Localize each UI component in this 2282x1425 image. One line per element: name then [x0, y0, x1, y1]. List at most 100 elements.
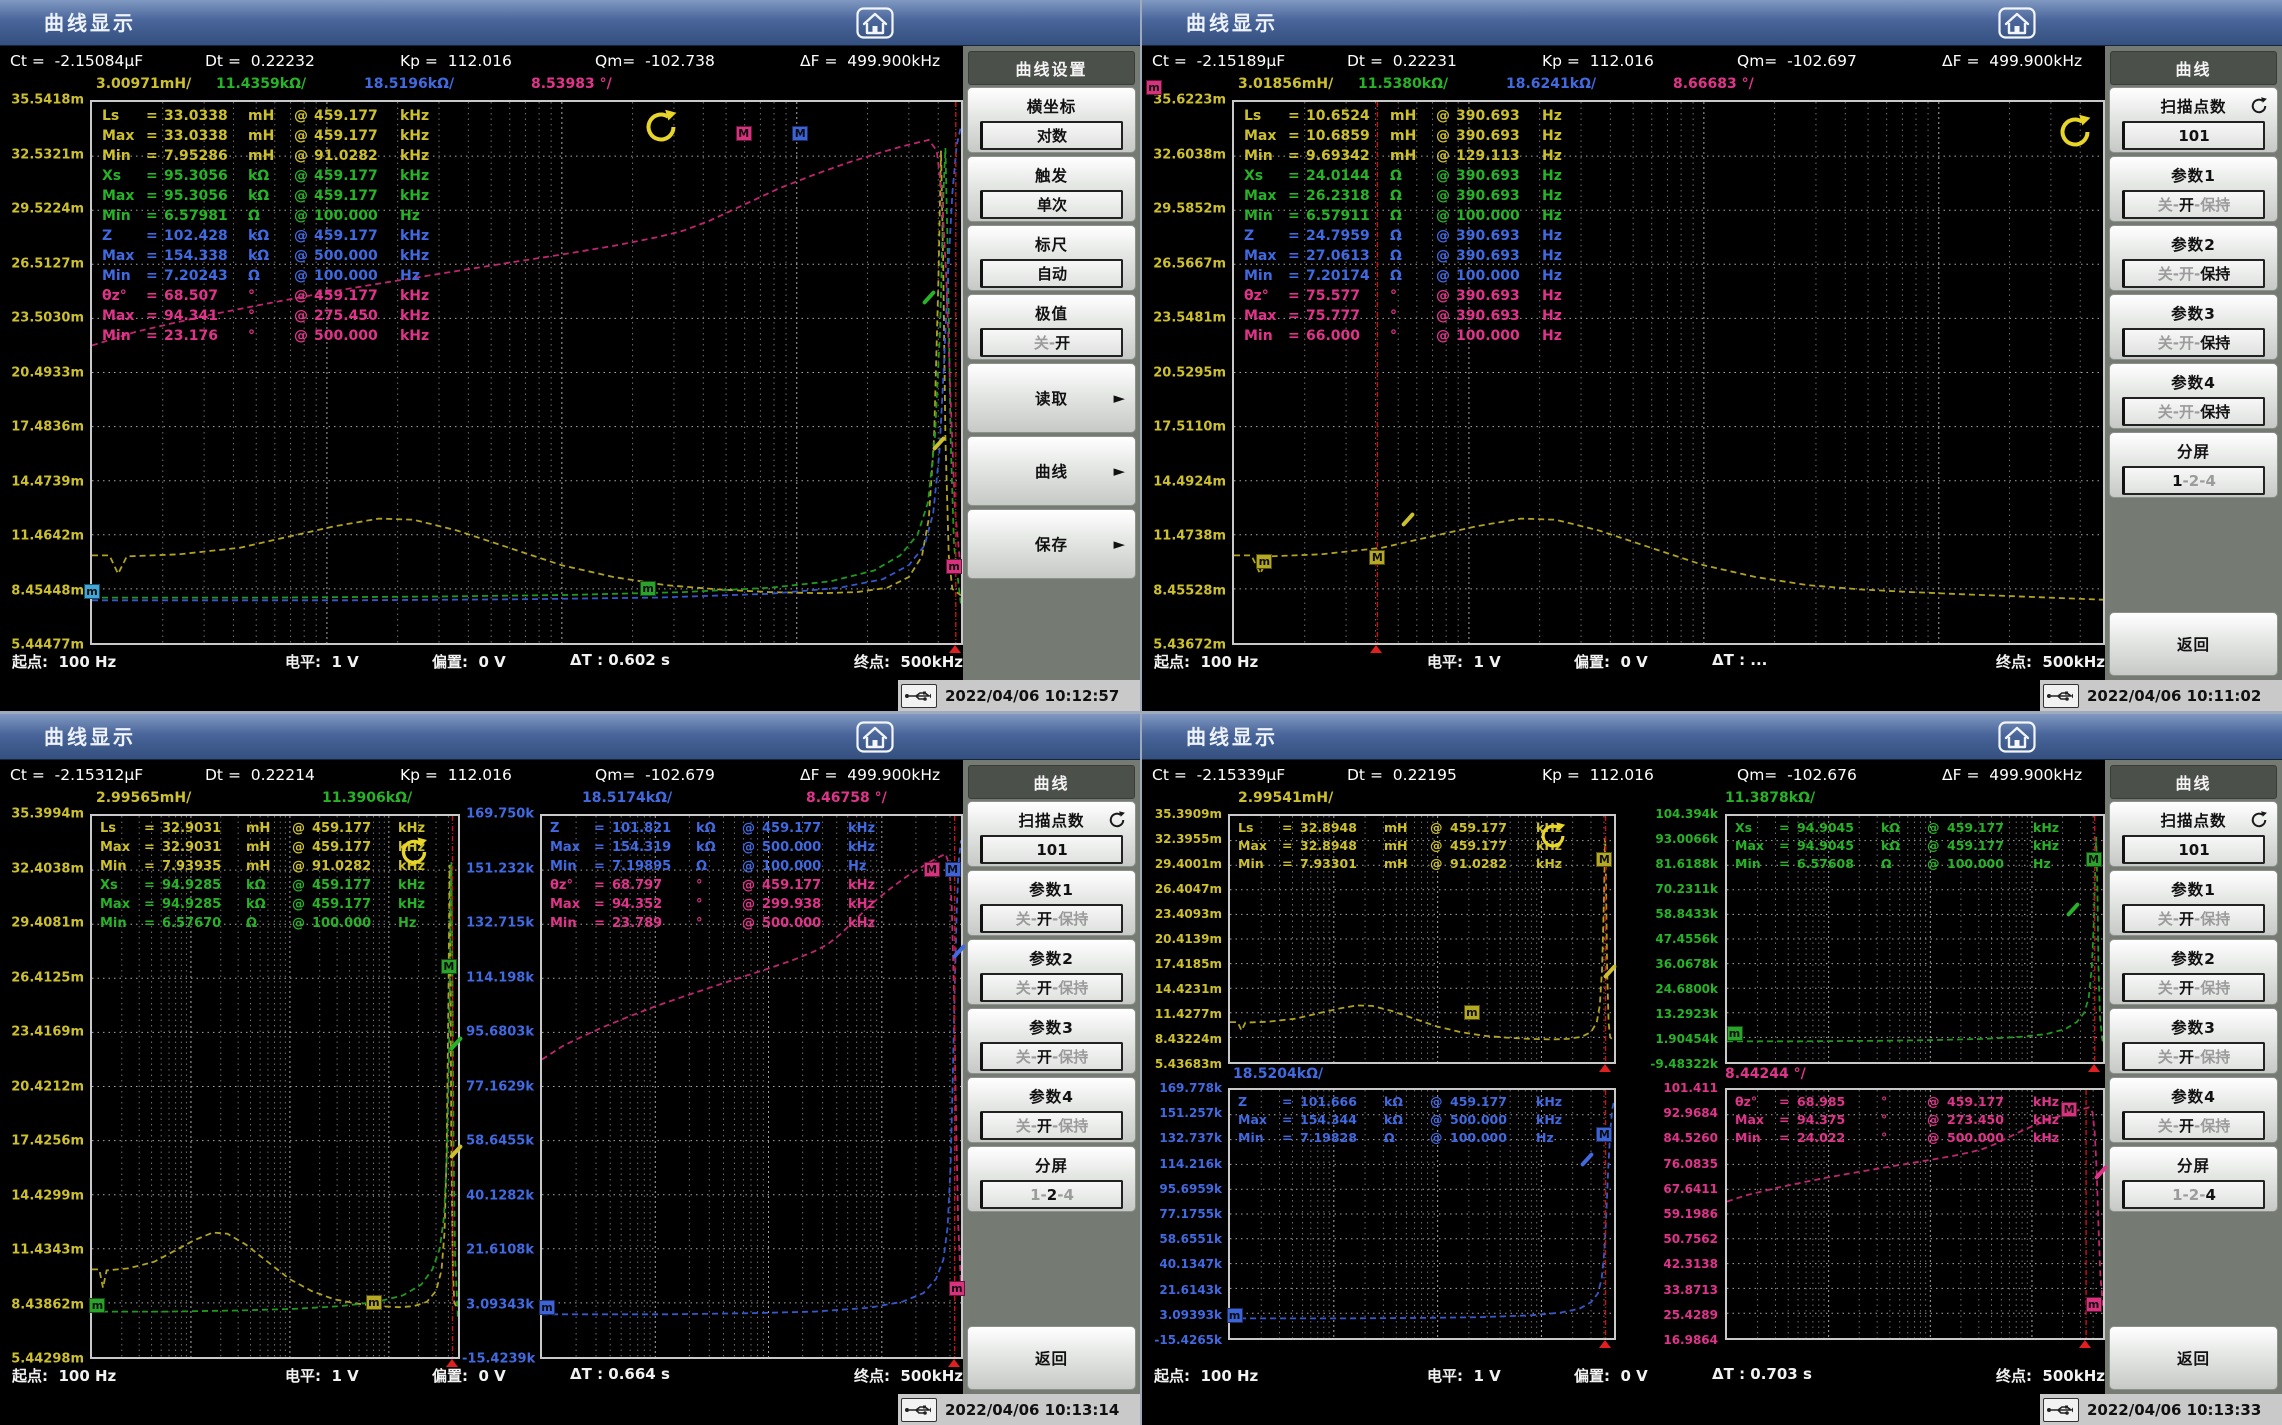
value-option: 关 — [1016, 1046, 1031, 1067]
sidebar-button-标尺[interactable]: 标尺自动 — [967, 225, 1136, 291]
panel-bottom-right: 曲线显示Ct = -2.15339μFDt = 0.22195Kp = 112.… — [1142, 714, 2282, 1425]
legend-equals: = — [146, 268, 164, 284]
sidebar-button-参数1[interactable]: 参数1关-开-保持 — [2109, 156, 2278, 222]
legend-frequency: 275.450 — [314, 308, 400, 324]
value-option-selected: 4 — [2205, 1186, 2215, 1204]
title-bar: 曲线显示 — [0, 0, 1140, 46]
home-button[interactable] — [1998, 7, 2036, 39]
legend-param-name: Min — [102, 268, 146, 284]
legend-freq-unit: kHz — [848, 878, 890, 893]
y-axis-label: 14.4299m — [2, 1188, 84, 1203]
back-button[interactable]: 返回 — [2109, 612, 2278, 676]
back-button[interactable]: 返回 — [2109, 1326, 2278, 1390]
legend-equals: = — [594, 878, 612, 893]
measurement-readout: ΔF = 499.900kHz — [800, 52, 940, 74]
legend-freq-unit: kHz — [400, 168, 442, 184]
legend-param-name: Max — [1244, 248, 1288, 264]
value-option: 关 — [2158, 401, 2173, 422]
y-axis-label: 26.5667m — [1144, 256, 1226, 271]
status-field: 偏置: 0 V — [1574, 1365, 1648, 1391]
submenu-arrow-icon: ► — [1113, 462, 1125, 480]
axis-scale-label: 8.44244 °/ — [1725, 1066, 1806, 1082]
back-button[interactable]: 返回 — [967, 1326, 1136, 1390]
sidebar-button-label: 读取 — [968, 387, 1135, 409]
sidebar-button-触发[interactable]: 触发单次 — [967, 156, 1136, 222]
refresh-icon — [2249, 810, 2269, 830]
y-axis-label: 24.6800k — [1640, 982, 1718, 996]
marker-box-yellow: m — [1464, 1005, 1480, 1020]
sidebar-button-扫描点数[interactable]: 扫描点数101 — [967, 801, 1136, 867]
sidebar-button-扫描点数[interactable]: 扫描点数101 — [2109, 87, 2278, 153]
sidebar-button-参数4[interactable]: 参数4关-开-保持 — [967, 1077, 1136, 1143]
sidebar-value-box: 关-开-保持 — [2122, 1042, 2265, 1071]
sidebar-button-曲线[interactable]: 曲线► — [967, 436, 1136, 506]
legend-unit: Ω — [1390, 208, 1436, 224]
legend-freq-unit: Hz — [398, 916, 440, 931]
sidebar-button-参数4[interactable]: 参数4关-开-保持 — [2109, 363, 2278, 429]
sidebar-button-参数3[interactable]: 参数3关-开-保持 — [967, 1008, 1136, 1074]
legend-equals: = — [1288, 168, 1306, 184]
sidebar-button-参数4[interactable]: 参数4关-开-保持 — [2109, 1077, 2278, 1143]
y-axis-label: 77.1755k — [1144, 1207, 1222, 1221]
legend-param-name: Max — [1244, 308, 1288, 324]
legend-row: Max=75.777°@390.693Hz — [1244, 308, 1584, 328]
legend-value: 102.428 — [164, 228, 248, 244]
sidebar-button-分屏[interactable]: 分屏1-2-4 — [2109, 432, 2278, 498]
y-axis-label: 14.4739m — [2, 474, 84, 489]
legend-value: 24.7959 — [1306, 228, 1390, 244]
sidebar-button-分屏[interactable]: 分屏1-2-4 — [2109, 1146, 2278, 1212]
value-option-selected: 开 — [1037, 1115, 1052, 1136]
measurement-readout: Kp = 112.016 — [400, 52, 512, 74]
sidebar-button-参数3[interactable]: 参数3关-开-保持 — [2109, 294, 2278, 360]
legend-param-name: Z — [550, 821, 594, 836]
legend-value: 66.000 — [1306, 328, 1390, 344]
y-axis-label: 35.3994m — [2, 807, 84, 822]
legend-param-name: Max — [550, 897, 594, 912]
axis-scale-label: 8.46758 °/ — [806, 790, 887, 806]
sidebar-button-读取[interactable]: 读取► — [967, 363, 1136, 433]
legend-value: 68.507 — [164, 288, 248, 304]
value-option: 4 — [1063, 1186, 1073, 1204]
sidebar-button-极值[interactable]: 极值关-开 — [967, 294, 1136, 360]
legend-unit: mH — [1384, 856, 1430, 871]
page-title: 曲线显示 — [44, 714, 136, 760]
legend-unit: mH — [248, 108, 294, 124]
sidebar-value-box: 关-开-保持 — [2122, 190, 2265, 219]
legend-unit: kΩ — [696, 840, 742, 855]
legend-at: @ — [1430, 1130, 1450, 1145]
sidebar-button-扫描点数[interactable]: 扫描点数101 — [2109, 801, 2278, 867]
sidebar-button-分屏[interactable]: 分屏1-2-4 — [967, 1146, 1136, 1212]
value-option: 开 — [2179, 263, 2194, 284]
home-button[interactable] — [1998, 721, 2036, 753]
home-button[interactable] — [856, 721, 894, 753]
measurement-readout: ΔF = 499.900kHz — [1942, 766, 2082, 788]
sidebar-button-参数2[interactable]: 参数2关-开-保持 — [2109, 939, 2278, 1005]
legend-row: Ls=10.6524mH@390.693Hz — [1244, 108, 1584, 128]
legend-value: 32.9031 — [162, 821, 246, 836]
home-button[interactable] — [856, 7, 894, 39]
sidebar-button-参数2[interactable]: 参数2关-开-保持 — [967, 939, 1136, 1005]
sidebar-button-参数2[interactable]: 参数2关-开-保持 — [2109, 225, 2278, 291]
legend-unit: Ω — [1390, 188, 1436, 204]
legend-value: 94.9045 — [1797, 838, 1881, 853]
sidebar-button-参数3[interactable]: 参数3关-开-保持 — [2109, 1008, 2278, 1074]
legend-row: Min=7.19828Ω@100.000Hz — [1238, 1130, 1578, 1148]
chart-plot-area: Z=101.821kΩ@459.177kHzMax=154.319kΩ@500.… — [540, 814, 963, 1359]
rotate-marker — [1538, 821, 1568, 855]
value-option: 关 — [2158, 1046, 2173, 1067]
legend-equals: = — [144, 859, 162, 874]
legend-freq-unit: Hz — [1542, 188, 1584, 204]
legend-at: @ — [742, 859, 762, 874]
sidebar-button-参数1[interactable]: 参数1关-开-保持 — [967, 870, 1136, 936]
value-option-selected: 101 — [2178, 127, 2209, 145]
legend-freq-unit: kHz — [400, 128, 442, 144]
datetime-strip: 2022/04/06 10:12:57 — [898, 680, 1140, 711]
legend-at: @ — [294, 228, 314, 244]
sidebar-button-参数1[interactable]: 参数1关-开-保持 — [2109, 870, 2278, 936]
usb-icon — [904, 1403, 934, 1417]
sidebar-button-横坐标[interactable]: 横坐标对数 — [967, 87, 1136, 153]
sidebar-button-保存[interactable]: 保存► — [967, 509, 1136, 579]
legend-at: @ — [1430, 1094, 1450, 1109]
legend-unit: kΩ — [246, 878, 292, 893]
chart-legend: Ls=32.9031mH@459.177kHzMax=32.9031mH@459… — [100, 821, 440, 935]
